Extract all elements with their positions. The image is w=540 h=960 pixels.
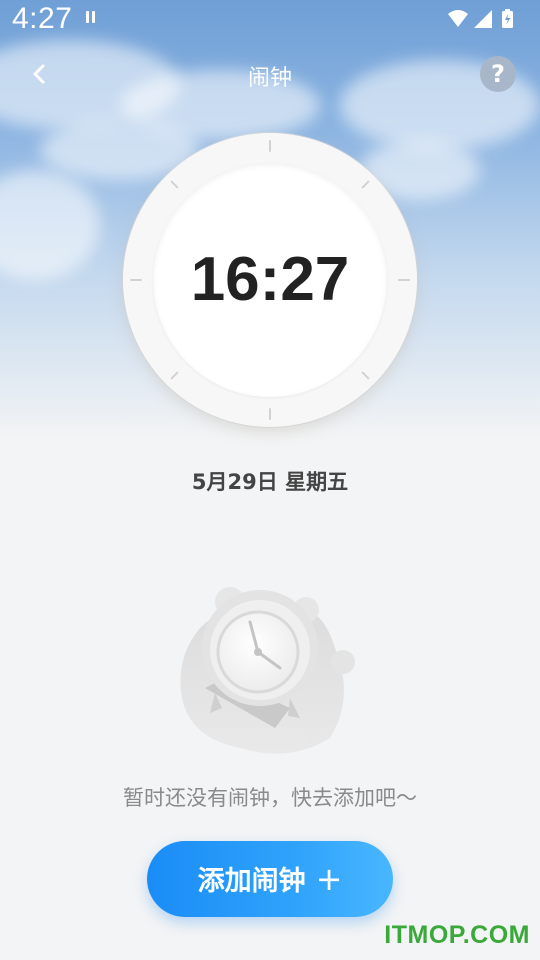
wifi-icon: [448, 10, 468, 27]
status-bar: 4:27: [0, 0, 540, 46]
help-icon: ?: [491, 60, 505, 88]
watermark: ITMOP.COM: [384, 921, 530, 949]
status-time: 4:27: [12, 2, 73, 35]
clock-dial: 16:27: [123, 133, 417, 427]
alarm-clock-illustration: [170, 578, 370, 758]
date-label: 5月29日 星期五: [191, 470, 349, 494]
clock-face: 16:27: [153, 163, 387, 397]
plus-icon: +: [315, 860, 343, 898]
empty-state-message: 暂时还没有闹钟，快去添加吧～: [123, 786, 417, 810]
status-icons: [446, 8, 526, 30]
notification-icon: [86, 11, 98, 25]
clock-time: 16:27: [190, 245, 350, 314]
add-alarm-label: 添加闹钟: [197, 866, 306, 897]
battery-charging-icon: [502, 9, 513, 28]
add-alarm-button[interactable]: 添加闹钟 +: [147, 841, 393, 917]
nav-bar: 闹钟 ?: [0, 48, 540, 100]
help-button[interactable]: ?: [480, 56, 516, 92]
page-title: 闹钟: [247, 66, 292, 91]
signal-icon: [474, 10, 492, 28]
